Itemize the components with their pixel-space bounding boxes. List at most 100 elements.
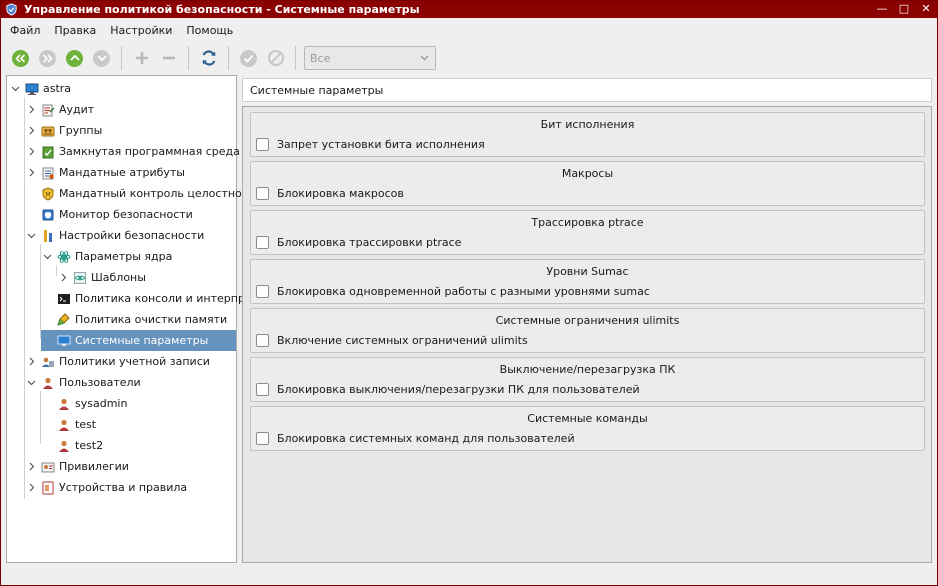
chevron-right-icon[interactable] <box>27 483 36 492</box>
shutdown-checkbox[interactable] <box>256 383 269 396</box>
chevron-right-icon[interactable] <box>27 357 36 366</box>
group-title: Выключение/перезагрузка ПК <box>499 363 676 376</box>
tree-item-closed-env[interactable]: Замкнутая программная среда <box>7 141 240 162</box>
close-button[interactable]: ✕ <box>919 2 933 16</box>
checkbox-row[interactable]: Блокировка выключения/перезагрузки ПК дл… <box>256 383 640 396</box>
tree-item-user-sysadmin[interactable]: sysadmin <box>7 393 236 414</box>
sumac-checkbox[interactable] <box>256 285 269 298</box>
tree-item-users[interactable]: Пользователи <box>7 372 236 393</box>
chevron-right-icon[interactable] <box>27 105 36 114</box>
exec-bit-checkbox[interactable] <box>256 138 269 151</box>
tree-item-console-policy[interactable]: Политика консоли и интерпр... <box>7 288 255 309</box>
down-icon <box>93 49 110 67</box>
main-window: Управление политикой безопасности - Сист… <box>0 0 938 586</box>
mandatory-attributes-icon <box>42 167 54 179</box>
tree-item-account-policy[interactable]: Политики учетной записи <box>7 351 236 372</box>
macros-checkbox[interactable] <box>256 187 269 200</box>
group-sumac: Уровни Sumac Блокировка одновременной ра… <box>250 259 925 304</box>
menu-settings[interactable]: Настройки <box>103 24 179 37</box>
tree-item-security-settings[interactable]: Настройки безопасности <box>7 225 236 246</box>
tree-item-audit[interactable]: Аудит <box>7 99 236 120</box>
menu-file[interactable]: Файл <box>3 24 47 37</box>
maximize-button[interactable]: □ <box>897 2 911 16</box>
forward-double-button[interactable] <box>37 47 59 69</box>
toolbar-separator <box>121 46 122 70</box>
group-system-commands: Системные команды Блокировка системных к… <box>250 406 925 451</box>
tree-item-label: Замкнутая программная среда <box>59 145 240 158</box>
tree-item-kernel-params[interactable]: Параметры ядра <box>7 246 236 267</box>
tree-item-system-params[interactable]: Системные параметры <box>41 330 236 351</box>
chevron-down-icon[interactable] <box>27 378 36 387</box>
tree-item-astra[interactable]: astra <box>7 78 236 99</box>
closed-env-icon <box>42 146 54 158</box>
minimize-button[interactable]: — <box>875 2 889 16</box>
tree-item-user-test[interactable]: test <box>7 414 236 435</box>
chevron-right-icon[interactable] <box>59 273 68 282</box>
groups-icon <box>41 126 55 136</box>
system-params-icon <box>57 335 71 346</box>
tree-item-memory-cleanup[interactable]: Политика очистки памяти <box>7 309 236 330</box>
refresh-button[interactable] <box>198 47 220 69</box>
tree-item-label: Группы <box>59 124 103 137</box>
chevron-right-icon[interactable] <box>27 147 36 156</box>
checkbox-label[interactable]: Блокировка выключения/перезагрузки ПК дл… <box>277 383 640 396</box>
checkbox-label[interactable]: Блокировка макросов <box>277 187 404 200</box>
tree-item-label: astra <box>43 82 72 95</box>
chevron-right-icon[interactable] <box>27 168 36 177</box>
chevron-down-icon[interactable] <box>11 84 20 93</box>
svg-text:M: M <box>45 191 50 198</box>
checkbox-row[interactable]: Блокировка макросов <box>256 187 404 200</box>
add-button[interactable] <box>131 47 153 69</box>
tree-item-label: Привилегии <box>59 460 129 473</box>
tree-item-label: Шаблоны <box>91 271 146 284</box>
tree-item-groups[interactable]: Группы <box>7 120 236 141</box>
tree-item-templates[interactable]: Шаблоны <box>7 267 236 288</box>
checkbox-label[interactable]: Блокировка одновременной работы с разным… <box>277 285 650 298</box>
back-double-button[interactable] <box>10 47 32 69</box>
checkbox-label[interactable]: Блокировка системных команд для пользова… <box>277 432 575 445</box>
security-monitor-icon <box>42 209 54 220</box>
chevron-down-icon[interactable] <box>43 252 52 261</box>
tree-item-label: Политика консоли и интерпр... <box>75 292 256 305</box>
tree-item-label: Пользователи <box>59 376 141 389</box>
tree-item-privileges[interactable]: Привилегии <box>7 456 236 477</box>
user-icon <box>59 440 69 452</box>
checkbox-row[interactable]: Запрет установки бита исполнения <box>256 138 485 151</box>
checkbox-row[interactable]: Блокировка одновременной работы с разным… <box>256 285 650 298</box>
chevron-down-icon[interactable] <box>27 231 36 240</box>
page-title: Системные параметры <box>242 78 932 102</box>
checkbox-label[interactable]: Запрет установки бита исполнения <box>277 138 485 151</box>
checkbox-label[interactable]: Блокировка трассировки ptrace <box>277 236 461 249</box>
tree-item-label: test2 <box>75 439 104 452</box>
apply-button[interactable] <box>238 47 260 69</box>
menu-edit[interactable]: Правка <box>47 24 103 37</box>
tree-item-mandatory-attributes[interactable]: Мандатные атрибуты <box>7 162 236 183</box>
chevron-right-icon[interactable] <box>27 462 36 471</box>
checkbox-row[interactable]: Блокировка трассировки ptrace <box>256 236 461 249</box>
cancel-button[interactable] <box>265 47 287 69</box>
up-button[interactable] <box>64 47 86 69</box>
ulimits-checkbox[interactable] <box>256 334 269 347</box>
remove-button[interactable] <box>158 47 180 69</box>
group-title: Макросы <box>561 167 614 180</box>
system-commands-checkbox[interactable] <box>256 432 269 445</box>
devices-rules-icon <box>42 481 54 494</box>
menu-help[interactable]: Помощь <box>179 24 240 37</box>
tree-item-user-test2[interactable]: test2 <box>7 435 236 456</box>
tree-item-label: Системные параметры <box>75 334 209 347</box>
checkbox-row[interactable]: Блокировка системных команд для пользова… <box>256 432 575 445</box>
tree-item-integrity-control[interactable]: M Мандатный контроль целостности <box>7 183 261 204</box>
ptrace-checkbox[interactable] <box>256 236 269 249</box>
tree-item-label: sysadmin <box>75 397 128 410</box>
chevron-right-icon[interactable] <box>27 126 36 135</box>
checkbox-label[interactable]: Включение системных ограничений ulimits <box>277 334 528 347</box>
checkbox-row[interactable]: Включение системных ограничений ulimits <box>256 334 528 347</box>
down-button[interactable] <box>91 47 113 69</box>
users-icon <box>43 377 53 389</box>
navigation-tree[interactable]: astra Аудит Группы Замкнутая программная… <box>6 75 261 563</box>
content-panel: Системные параметры Бит исполнения Запре… <box>241 75 934 563</box>
tree-item-devices-rules[interactable]: Устройства и правила <box>7 477 236 498</box>
tree-item-security-monitor[interactable]: Монитор безопасности <box>7 204 236 225</box>
group-title: Уровни Sumac <box>546 265 629 278</box>
filter-combobox[interactable]: Все <box>304 46 436 70</box>
